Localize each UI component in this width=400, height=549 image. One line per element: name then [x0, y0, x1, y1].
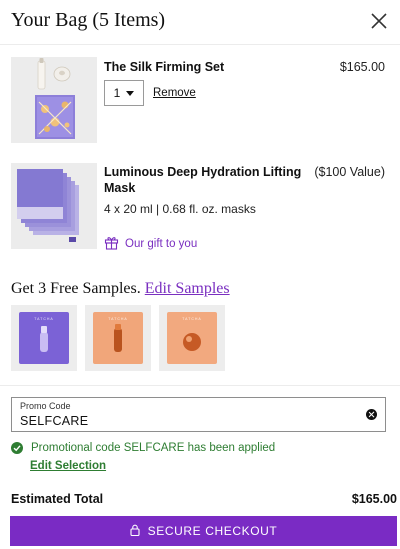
lock-icon	[130, 524, 140, 539]
sample-sachet-image: TATCHA	[19, 312, 69, 364]
sample-sachet-image: TATCHA	[167, 312, 217, 364]
estimated-total-label: Estimated Total	[11, 492, 104, 506]
product-name[interactable]: The Silk Firming Set	[104, 59, 224, 75]
gift-label: Our gift to you	[125, 238, 198, 250]
promo-label: Promo Code	[20, 401, 71, 411]
product-image[interactable]	[11, 57, 97, 143]
gift-icon	[104, 235, 119, 253]
secure-checkout-button[interactable]: SECURE CHECKOUT	[10, 516, 397, 546]
quantity-select[interactable]: 1	[104, 80, 144, 106]
edit-selection-link[interactable]: Edit Selection	[30, 460, 106, 472]
chevron-down-icon	[126, 90, 135, 96]
section-divider	[0, 385, 400, 386]
gift-note: Our gift to you	[104, 235, 197, 253]
clear-icon[interactable]	[366, 409, 377, 420]
bag-header: Your Bag (5 Items)	[0, 0, 400, 44]
close-icon[interactable]	[369, 11, 389, 31]
sample-sachet-image: TATCHA	[93, 312, 143, 364]
header-divider	[0, 44, 400, 45]
promo-input[interactable]: SELFCARE	[20, 414, 88, 428]
product-value: ($100 Value)	[314, 165, 385, 179]
quantity-value: 1	[113, 86, 121, 100]
promo-applied-text: Promotional code SELFCARE has been appli…	[31, 442, 276, 454]
product-name[interactable]: Luminous Deep Hydration Lifting Mask	[104, 164, 304, 196]
product-size: 4 x 20 ml | 0.68 fl. oz. masks	[104, 202, 256, 216]
samples-heading: Get 3 Free Samples. Edit Samples	[11, 280, 230, 298]
checkout-label: SECURE CHECKOUT	[147, 524, 278, 538]
edit-samples-link[interactable]: Edit Samples	[145, 280, 230, 297]
bag-title: Your Bag (5 Items)	[11, 9, 166, 31]
promo-applied-message: Promotional code SELFCARE has been appli…	[11, 442, 275, 454]
check-circle-icon	[11, 442, 23, 454]
promo-code-field[interactable]: Promo Code SELFCARE	[11, 397, 386, 432]
samples-heading-text: Get 3 Free Samples.	[11, 280, 141, 297]
estimated-total-value: $165.00	[351, 492, 397, 506]
sample-item[interactable]: TATCHA	[159, 305, 225, 371]
sample-item[interactable]: TATCHA	[11, 305, 77, 371]
remove-link[interactable]: Remove	[153, 87, 196, 99]
product-price: $165.00	[339, 60, 385, 74]
sample-item[interactable]: TATCHA	[85, 305, 151, 371]
product-image[interactable]	[11, 163, 97, 249]
